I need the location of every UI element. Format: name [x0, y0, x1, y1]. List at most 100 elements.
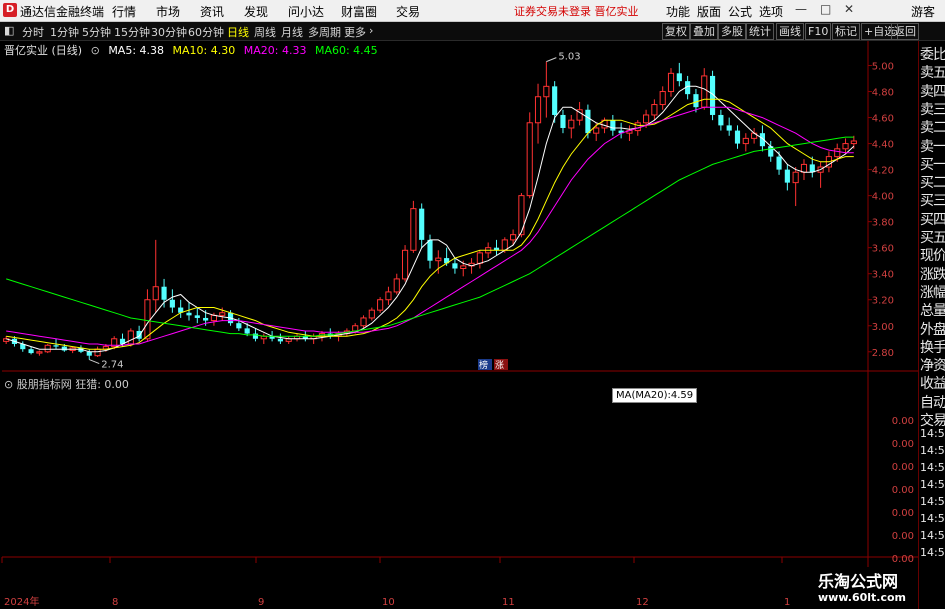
quote-label-19: 自动	[920, 394, 945, 411]
sub-toggle-icon[interactable]: ⊙	[4, 378, 13, 391]
candle-body-65	[543, 85, 550, 98]
period-1min[interactable]: 1分钟	[50, 24, 79, 40]
candle-body-22	[186, 312, 192, 316]
candle-body-71	[593, 127, 600, 134]
quote-label-11: 现价	[920, 248, 945, 265]
y-tick-label-5: 4.00	[872, 192, 894, 203]
menu-faxian[interactable]: 发现	[244, 3, 268, 20]
btn-tongji[interactable]: 统计	[746, 23, 774, 40]
quote-label-12: 涨跌	[920, 266, 945, 283]
quote-label-0: 委比	[920, 47, 945, 63]
candle-body-66	[552, 86, 558, 115]
candle-body-95	[792, 171, 799, 184]
ma-tooltip: MA(MA20):4.59	[612, 388, 698, 403]
candle-body-94	[784, 169, 790, 183]
period-5min[interactable]: 5分钟	[82, 24, 111, 40]
high-marker-line	[546, 57, 557, 63]
x-tick-label-4: 11	[502, 597, 515, 608]
btn-f10[interactable]: F10	[805, 23, 832, 40]
period-daily[interactable]: 日线	[227, 24, 249, 40]
quote-label-8: 买三	[920, 193, 945, 210]
sub-indicator-label: 股朋指标网 狂猎: 0.00	[16, 378, 129, 391]
quote-label-1: 卖五	[920, 65, 945, 82]
candle-body-19	[161, 286, 167, 300]
watermark-title: 乐淘公式网	[818, 572, 899, 591]
menu-zixun[interactable]: 资讯	[200, 3, 224, 20]
candle-body-84	[701, 75, 708, 108]
candle-body-7	[61, 346, 67, 351]
candle-body-30	[252, 333, 259, 339]
ma-legend-toggle-icon[interactable]: ⊙	[91, 44, 100, 57]
quote-label-16: 换手	[920, 339, 945, 356]
login-warning[interactable]: 证券交易未登录 晋亿实业	[514, 3, 639, 19]
more-chevron-icon[interactable]: ›	[369, 24, 373, 37]
period-more[interactable]: 更多	[344, 24, 366, 40]
title-bar: D 通达信金融终端 行情 市场 资讯 发现 问小达 财富圈 交易 证券交易未登录…	[0, 0, 945, 22]
menu-banmian[interactable]: 版面	[697, 3, 721, 20]
menu-caifuquan[interactable]: 财富圈	[341, 3, 377, 20]
sub-y-tick-label-6: 0.00	[892, 554, 914, 565]
menu-gongneng[interactable]: 功能	[666, 3, 690, 20]
y-tick-label-0: 5.00	[872, 62, 894, 73]
trade-time-2: 14:56	[920, 461, 945, 474]
ma20-label: MA20: 4.33	[243, 44, 307, 57]
period-fenshi[interactable]: 分时	[22, 24, 44, 40]
menu-gongshi[interactable]: 公式	[728, 3, 752, 20]
high-price-label: 5.03	[558, 52, 580, 63]
candle-body-83	[693, 94, 699, 108]
btn-huaxian[interactable]: 画线	[776, 23, 804, 40]
btn-biaoji[interactable]: 标记	[832, 23, 860, 40]
candle-body-77	[643, 114, 650, 124]
menu-shichang[interactable]: 市场	[156, 3, 180, 20]
candle-body-23	[194, 315, 200, 318]
minimize-icon[interactable]: —	[795, 2, 807, 16]
quote-label-6: 买一	[920, 156, 945, 173]
candle-body-80	[667, 72, 675, 93]
period-15min[interactable]: 15分钟	[114, 24, 150, 40]
quote-label-10: 买五	[920, 230, 945, 246]
candle-body-6	[53, 345, 59, 347]
btn-duogu[interactable]: 多股	[718, 23, 746, 40]
btn-diejia[interactable]: 叠加	[690, 23, 718, 40]
menu-wenxiaoda[interactable]: 问小达	[288, 3, 324, 20]
y-tick-label-3: 4.40	[872, 140, 894, 151]
period-30min[interactable]: 30分钟	[151, 24, 187, 40]
candle-body-43	[360, 317, 367, 327]
candle-body-24	[203, 317, 209, 321]
candle-body-97	[809, 164, 815, 173]
badge-zhang-label: 涨	[495, 360, 504, 371]
candle-body-52	[435, 257, 442, 262]
menu-xuanxiang[interactable]: 选项	[759, 3, 783, 20]
y-tick-label-1: 4.80	[872, 88, 894, 99]
candle-body-67	[560, 114, 566, 128]
low-price-label: 2.74	[101, 360, 123, 371]
menu-hangqing[interactable]: 行情	[112, 3, 136, 20]
ma5-label: MA5: 4.38	[108, 44, 165, 57]
quote-label-18: 收益	[920, 376, 945, 393]
period-weekly[interactable]: 周线	[254, 24, 276, 40]
watermark-url: www.60lt.com	[818, 591, 907, 604]
period-monthly[interactable]: 月线	[281, 24, 303, 40]
candle-body-62	[518, 195, 525, 236]
candle-body-87	[726, 125, 732, 131]
period-toggle-icon[interactable]: ◧	[4, 24, 14, 37]
period-60min[interactable]: 60分钟	[188, 24, 224, 40]
candle-body-3	[28, 349, 34, 354]
trade-time-0: 14:56	[920, 427, 945, 440]
menu-jiaoyi[interactable]: 交易	[396, 3, 420, 20]
close-icon[interactable]: ✕	[844, 2, 854, 16]
x-tick-label-3: 10	[382, 597, 395, 608]
sub-indicator-legend: ⊙ 股朋指标网 狂猎: 0.00	[4, 376, 129, 392]
x-tick-label-5: 12	[636, 597, 649, 608]
x-tick-label-1: 8	[112, 597, 118, 608]
sub-y-tick-label-1: 0.00	[892, 439, 914, 450]
user-guest[interactable]: 游客	[911, 3, 935, 20]
candle-body-101	[842, 143, 849, 150]
kline-chart[interactable]: 5.00 4.80 4.60 4.40 4.20 4.00 3.80 3.60 3.40 3.20…	[0, 41, 918, 609]
app-title: 通达信金融终端	[20, 5, 105, 19]
stock-name[interactable]: 晋亿实业 (日线)	[4, 44, 82, 57]
btn-fuquan[interactable]: 复权	[662, 23, 690, 40]
maximize-icon[interactable]: □	[820, 2, 831, 16]
period-multi[interactable]: 多周期	[308, 24, 341, 40]
btn-fanhui[interactable]: 返回	[891, 23, 919, 40]
